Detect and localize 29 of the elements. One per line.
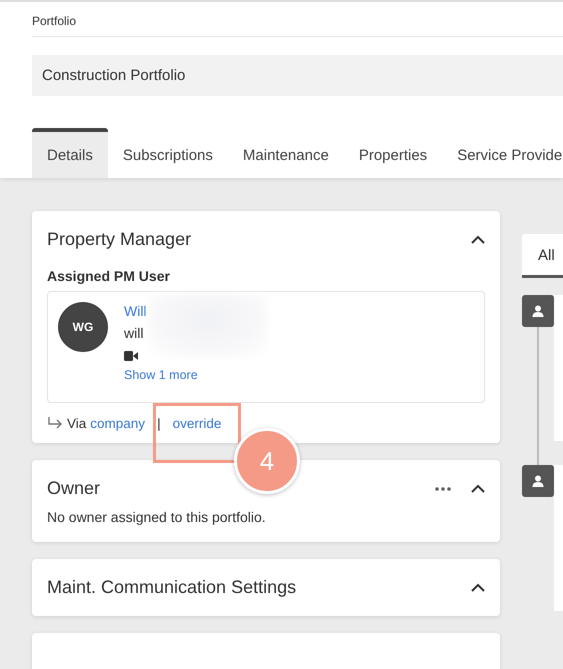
user-email: will xyxy=(124,325,144,341)
return-arrow-icon xyxy=(47,417,63,429)
tab[interactable]: Service Provide xyxy=(442,128,563,178)
more-icon[interactable] xyxy=(435,486,451,490)
show-more-link[interactable]: Show 1 more xyxy=(124,368,198,382)
video-camera-icon xyxy=(124,351,138,361)
person-icon xyxy=(522,295,554,327)
user-name-link[interactable]: Will xyxy=(124,303,147,319)
tab[interactable]: Maintenance xyxy=(228,128,344,178)
collapse-icon[interactable] xyxy=(471,235,485,244)
collapse-icon[interactable] xyxy=(471,484,485,493)
card-title: Maint. Communication Settings xyxy=(47,577,296,598)
company-link[interactable]: company xyxy=(90,416,146,430)
collapse-icon[interactable] xyxy=(471,583,485,592)
override-link[interactable]: override xyxy=(172,416,222,430)
tab[interactable]: Details xyxy=(32,128,108,178)
tab[interactable]: Properties xyxy=(344,128,442,178)
tab[interactable]: Subscriptions xyxy=(108,128,228,178)
via-label: Via xyxy=(67,416,86,430)
card-title: Owner xyxy=(47,478,100,499)
separator: | xyxy=(157,416,161,430)
tab[interactable]: All xyxy=(522,234,563,278)
person-icon xyxy=(522,465,554,497)
card-title: Property Manager xyxy=(47,229,192,250)
section-label: Assigned PM User xyxy=(47,268,171,284)
breadcrumb: Portfolio xyxy=(32,14,563,37)
avatar: WG xyxy=(58,302,108,352)
empty-message: No owner assigned to this portfolio. xyxy=(47,509,267,527)
portfolio-title: Construction Portfolio xyxy=(32,55,563,96)
